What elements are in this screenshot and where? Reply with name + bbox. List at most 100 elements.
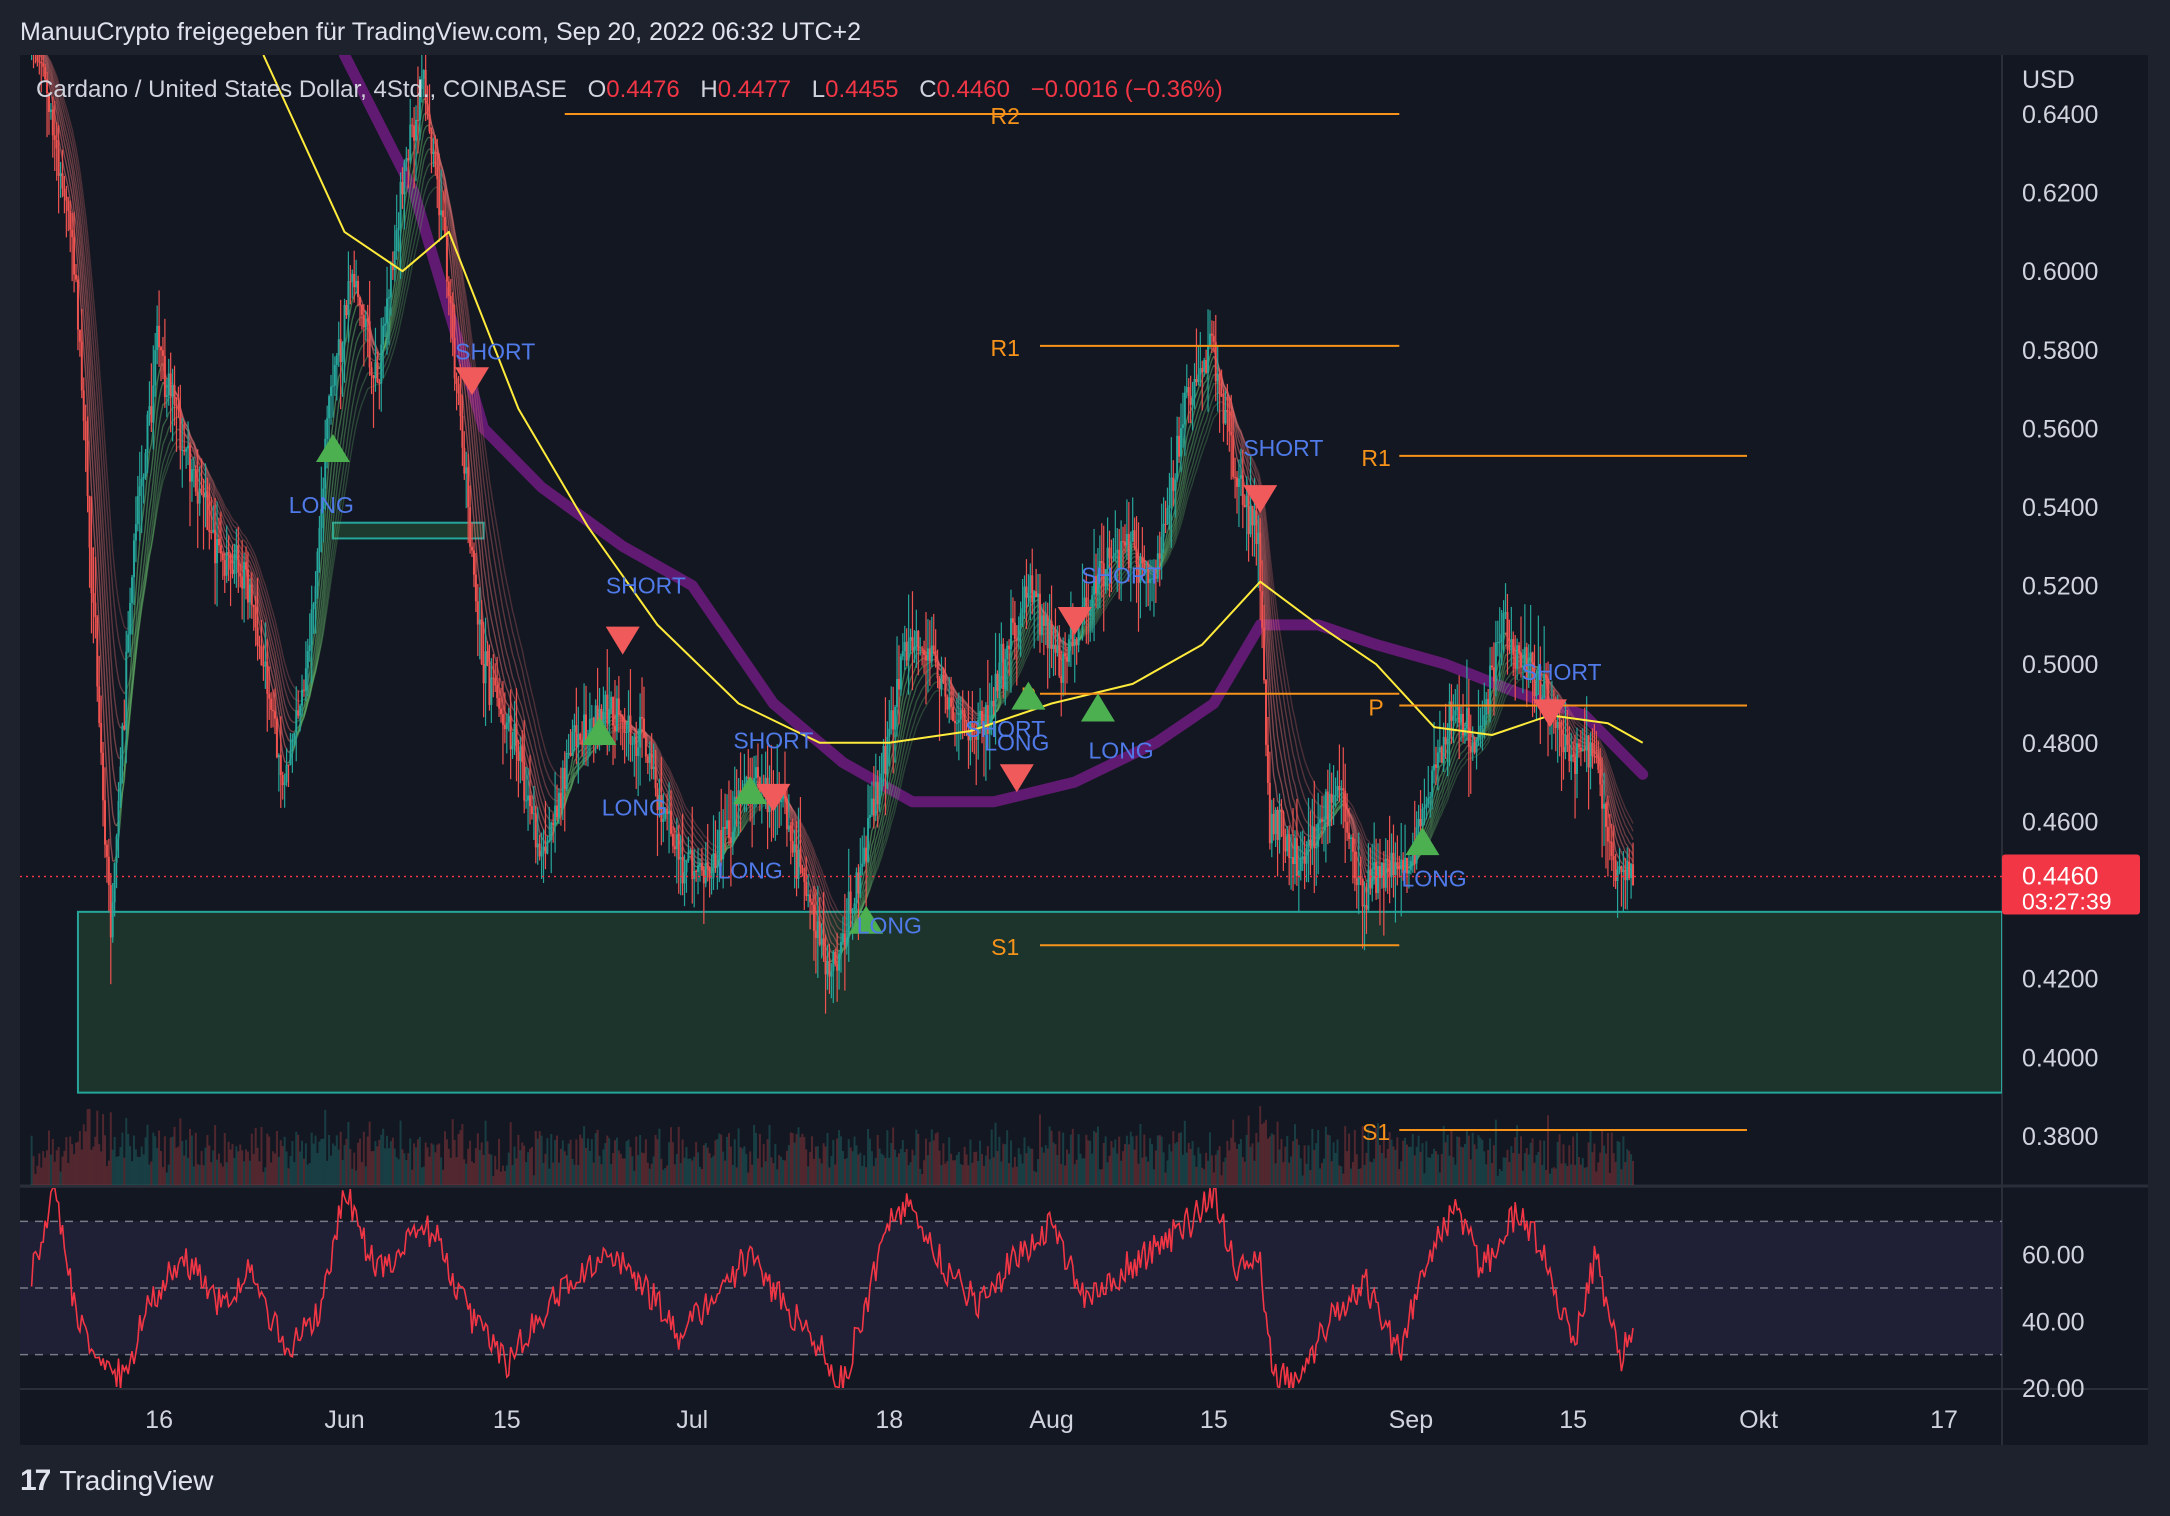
volume-bar: [105, 1166, 108, 1185]
volume-bar: [1516, 1125, 1519, 1185]
candle-body: [1060, 675, 1063, 683]
candle-body: [567, 752, 570, 754]
candle-body: [405, 158, 408, 163]
candle-body: [1498, 642, 1501, 644]
candle-body: [727, 820, 730, 838]
tradingview-logo-icon[interactable]: 17: [20, 1464, 51, 1498]
trading-chart[interactable]: R2R1PS1R1PS1 LONGSHORTSHORTLONGSHORTLONG…: [0, 0, 2170, 1460]
volume-bar: [793, 1142, 796, 1185]
volume-bar: [992, 1157, 995, 1185]
volume-bar: [1593, 1143, 1596, 1185]
volume-bar: [847, 1139, 850, 1185]
candle-body: [1361, 878, 1364, 907]
volume-bar: [1048, 1126, 1051, 1185]
volume-bar: [333, 1145, 336, 1185]
candle-body: [165, 395, 168, 398]
volume-bar: [1307, 1145, 1310, 1185]
volume-bar: [602, 1149, 605, 1185]
volume-bar: [1608, 1172, 1611, 1185]
candle-body: [917, 630, 920, 651]
volume-bar: [1264, 1119, 1267, 1185]
volume-bar: [1411, 1134, 1414, 1185]
volume-bar: [1162, 1152, 1165, 1185]
candle-body: [73, 237, 76, 275]
volume-bar: [386, 1135, 389, 1185]
volume-bar: [575, 1139, 578, 1185]
volume-bar: [53, 1161, 56, 1185]
candle-body: [272, 709, 275, 712]
volume-bar: [86, 1109, 89, 1185]
candle-body: [1050, 620, 1053, 649]
candle-body: [1261, 591, 1264, 628]
candle-body: [1394, 862, 1397, 876]
candle-body: [428, 114, 431, 132]
volume-bar: [250, 1133, 253, 1185]
volume-bar: [1577, 1156, 1580, 1185]
volume-bar: [1247, 1115, 1250, 1185]
candle-body: [863, 847, 866, 864]
volume-bar: [1093, 1130, 1096, 1185]
candle-body: [71, 229, 74, 238]
volume-bar: [896, 1157, 899, 1185]
volume-bar: [1096, 1126, 1099, 1185]
candle-body: [161, 350, 164, 356]
candle-body: [345, 305, 348, 316]
volume-bar: [167, 1164, 170, 1185]
volume-bar: [156, 1147, 159, 1185]
candle-body: [606, 694, 609, 724]
volume-bar: [745, 1154, 748, 1185]
volume-bar: [1585, 1167, 1588, 1185]
candle-body: [836, 963, 839, 971]
volume-bar: [1282, 1162, 1285, 1185]
candle-body: [1392, 852, 1395, 876]
time-axis-tick: 15: [1200, 1406, 1228, 1434]
volume-bar: [488, 1153, 491, 1185]
candle-body: [1529, 652, 1532, 658]
volume-bar: [44, 1157, 47, 1185]
signal-label-long: LONG: [1401, 865, 1466, 891]
candle-body: [1073, 639, 1076, 646]
candle-body: [202, 492, 205, 498]
candle-body: [434, 151, 437, 168]
candle-body: [830, 971, 833, 977]
volume-bar: [447, 1148, 450, 1185]
volume-bar: [532, 1175, 535, 1185]
candle-body: [1458, 706, 1461, 723]
candle-body: [799, 849, 802, 868]
volume-bar: [194, 1132, 197, 1185]
candle-body: [1351, 837, 1354, 852]
volume-bar: [144, 1137, 147, 1185]
candle-body: [237, 545, 240, 573]
volume-bar: [787, 1145, 790, 1185]
volume-bar: [1292, 1141, 1295, 1185]
volume-bar: [1373, 1158, 1376, 1185]
candle-body: [187, 445, 190, 449]
volume-bar: [1010, 1140, 1012, 1185]
time-axis-pane[interactable]: [20, 1390, 2002, 1445]
candle-body: [1427, 798, 1430, 805]
candle-body: [704, 862, 707, 884]
candle-body: [403, 162, 406, 195]
volume-bar: [899, 1148, 902, 1185]
candle-body: [1232, 435, 1235, 477]
candle-body: [407, 158, 410, 161]
volume-bar: [1489, 1138, 1492, 1185]
volume-bar: [254, 1127, 257, 1185]
volume-bar: [399, 1120, 402, 1185]
volume-bar: [1315, 1143, 1318, 1185]
candle-body: [36, 55, 39, 62]
candle-body: [53, 135, 56, 140]
volume-bar: [1446, 1134, 1449, 1185]
volume-bar: [778, 1155, 781, 1185]
candle-body: [337, 339, 340, 356]
volume-bar: [986, 1146, 989, 1185]
volume-bar: [1434, 1151, 1437, 1185]
candle-body: [548, 839, 551, 841]
volume-bar: [1249, 1146, 1252, 1185]
candle-body: [1363, 905, 1366, 907]
volume-bar: [637, 1155, 640, 1185]
candle-body: [1216, 373, 1219, 382]
volume-bar: [1015, 1166, 1018, 1185]
candle-body: [455, 378, 458, 384]
volume-bar: [169, 1137, 172, 1185]
